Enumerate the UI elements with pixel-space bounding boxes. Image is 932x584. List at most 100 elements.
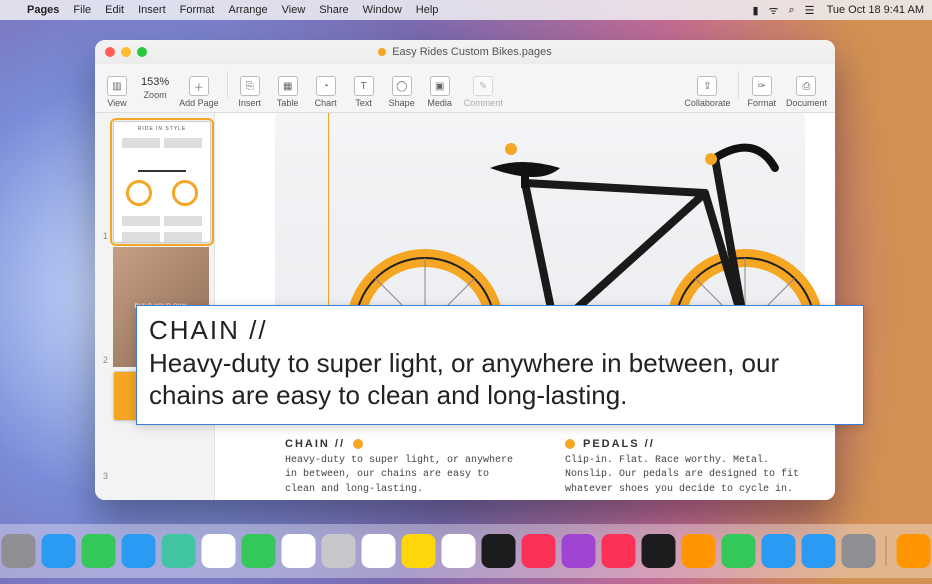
dock-app-maps[interactable] bbox=[162, 534, 196, 568]
wifi-icon[interactable]: ᯤ bbox=[765, 3, 783, 18]
menu-item-share[interactable]: Share bbox=[312, 4, 355, 16]
toolbar-insert-label: Insert bbox=[238, 98, 261, 108]
dock-app-messages[interactable] bbox=[82, 534, 116, 568]
toolbar-text-label: Text bbox=[355, 98, 372, 108]
format-icon: ✑ bbox=[752, 76, 772, 96]
menu-item-view[interactable]: View bbox=[275, 4, 313, 16]
table-icon: ▦ bbox=[278, 76, 298, 96]
dock-app-calendar[interactable] bbox=[282, 534, 316, 568]
toolbar-collaborate[interactable]: ⇪ Collaborate bbox=[684, 76, 730, 108]
hover-text-title: CHAIN // bbox=[149, 314, 851, 347]
toolbar-shape-label: Shape bbox=[389, 98, 415, 108]
media-icon: ▣ bbox=[430, 76, 450, 96]
toolbar-media-label: Media bbox=[427, 98, 452, 108]
toolbar-view[interactable]: ▥ View bbox=[103, 76, 131, 108]
menu-item-help[interactable]: Help bbox=[409, 4, 446, 16]
spotlight-icon[interactable]: ⌕ bbox=[783, 4, 801, 17]
dock-app-tv[interactable] bbox=[482, 534, 516, 568]
toolbar-chart-label: Chart bbox=[315, 98, 337, 108]
menu-item-arrange[interactable]: Arrange bbox=[221, 4, 274, 16]
toolbar-document-label: Document bbox=[786, 98, 827, 108]
dock-app-facetime[interactable] bbox=[242, 534, 276, 568]
menu-item-format[interactable]: Format bbox=[173, 4, 222, 16]
chain-body[interactable]: Heavy-duty to super light, or anywhere i… bbox=[285, 454, 525, 498]
dock-app-numbers[interactable] bbox=[722, 534, 756, 568]
menu-item-edit[interactable]: Edit bbox=[98, 4, 131, 16]
dock-separator bbox=[886, 536, 887, 566]
dock-app-freeform[interactable] bbox=[442, 534, 476, 568]
battery-icon[interactable]: ▮ bbox=[747, 4, 765, 17]
dock-app-books[interactable] bbox=[682, 534, 716, 568]
thumb-num-3: 3 bbox=[103, 471, 108, 481]
fullscreen-button[interactable] bbox=[137, 47, 147, 57]
toolbar-zoom[interactable]: 153% Zoom bbox=[141, 76, 169, 108]
chain-heading: CHAIN // bbox=[285, 438, 345, 450]
menu-item-file[interactable]: File bbox=[66, 4, 98, 16]
app-menu[interactable]: Pages bbox=[20, 4, 66, 16]
shape-icon: ◯ bbox=[392, 76, 412, 96]
dock-app-keynote[interactable] bbox=[762, 534, 796, 568]
toolbar-zoom-label: Zoom bbox=[144, 90, 167, 100]
label-dot-chain bbox=[353, 439, 363, 449]
toolbar-table[interactable]: ▦ Table bbox=[274, 76, 302, 108]
toolbar-shape[interactable]: ◯ Shape bbox=[388, 76, 416, 108]
label-dot-handlebar bbox=[705, 153, 717, 165]
document-modified-icon bbox=[378, 48, 386, 56]
toolbar-table-label: Table bbox=[277, 98, 299, 108]
collaborate-icon: ⇪ bbox=[697, 76, 717, 96]
toolbar-document[interactable]: ⎙ Document bbox=[786, 76, 827, 108]
dock-app-photos[interactable] bbox=[202, 534, 236, 568]
document-icon: ⎙ bbox=[796, 76, 816, 96]
menu-bar: Pages File Edit Insert Format Arrange Vi… bbox=[0, 0, 932, 20]
dock-app-appstore[interactable] bbox=[802, 534, 836, 568]
hover-text-body: Heavy-duty to super light, or anywhere i… bbox=[149, 347, 851, 412]
pedals-heading: PEDALS // bbox=[583, 438, 655, 450]
minimize-button[interactable] bbox=[121, 47, 131, 57]
hover-text-overlay: CHAIN // Heavy-duty to super light, or a… bbox=[136, 305, 864, 425]
dock-app-stocks[interactable] bbox=[642, 534, 676, 568]
dock-app-pages[interactable] bbox=[897, 534, 931, 568]
pedals-body[interactable]: Clip-in. Flat. Race worthy. Metal. Nonsl… bbox=[565, 454, 805, 498]
menu-item-window[interactable]: Window bbox=[356, 4, 409, 16]
label-dot-seat bbox=[505, 143, 517, 155]
toolbar-format[interactable]: ✑ Format bbox=[747, 76, 776, 108]
column-pedals: PEDALS // Clip-in. Flat. Race worthy. Me… bbox=[565, 438, 805, 498]
column-chain: CHAIN // Heavy-duty to super light, or a… bbox=[285, 438, 525, 498]
toolbar-insert[interactable]: ⎘Insert bbox=[236, 76, 264, 108]
menu-clock[interactable]: Tue Oct 18 9:41 AM bbox=[819, 4, 932, 16]
feature-columns: CHAIN // Heavy-duty to super light, or a… bbox=[285, 438, 805, 498]
thumb-num-2: 2 bbox=[103, 355, 108, 365]
thumb-title-1: RIDE IN STYLE bbox=[138, 126, 187, 132]
thumbnail-page-1[interactable]: RIDE IN STYLE 1 bbox=[113, 121, 208, 243]
menu-item-insert[interactable]: Insert bbox=[131, 4, 173, 16]
dock bbox=[0, 524, 932, 578]
dock-app-mail[interactable] bbox=[122, 534, 156, 568]
close-button[interactable] bbox=[105, 47, 115, 57]
toolbar-media[interactable]: ▣ Media bbox=[426, 76, 454, 108]
dock-app-podcasts[interactable] bbox=[562, 534, 596, 568]
control-center-icon[interactable]: ☰ bbox=[801, 4, 819, 17]
chart-icon: ◔ bbox=[316, 76, 336, 96]
dock-app-reminders[interactable] bbox=[362, 534, 396, 568]
dock-app-safari[interactable] bbox=[42, 534, 76, 568]
toolbar-addpage[interactable]: ＋ Add Page bbox=[179, 76, 219, 108]
dock-app-launchpad[interactable] bbox=[2, 534, 36, 568]
toolbar-collab-label: Collaborate bbox=[684, 98, 730, 108]
dock-app-music[interactable] bbox=[522, 534, 556, 568]
thumb-num-1: 1 bbox=[103, 231, 108, 241]
add-page-icon: ＋ bbox=[189, 76, 209, 96]
view-icon: ▥ bbox=[107, 76, 127, 96]
dock-app-contacts[interactable] bbox=[322, 534, 356, 568]
dock-app-settings[interactable] bbox=[842, 534, 876, 568]
label-dot-pedals bbox=[565, 439, 575, 449]
toolbar-chart[interactable]: ◔ Chart bbox=[312, 76, 340, 108]
toolbar-addpage-label: Add Page bbox=[179, 98, 219, 108]
window-title: Easy Rides Custom Bikes.pages bbox=[392, 46, 552, 58]
dock-app-news[interactable] bbox=[602, 534, 636, 568]
toolbar-text[interactable]: TText bbox=[350, 76, 378, 108]
macos-desktop: Pages File Edit Insert Format Arrange Vi… bbox=[0, 0, 932, 584]
toolbar-format-label: Format bbox=[747, 98, 776, 108]
window-titlebar[interactable]: Easy Rides Custom Bikes.pages bbox=[95, 40, 835, 64]
dock-app-notes[interactable] bbox=[402, 534, 436, 568]
toolbar-view-label: View bbox=[107, 98, 126, 108]
